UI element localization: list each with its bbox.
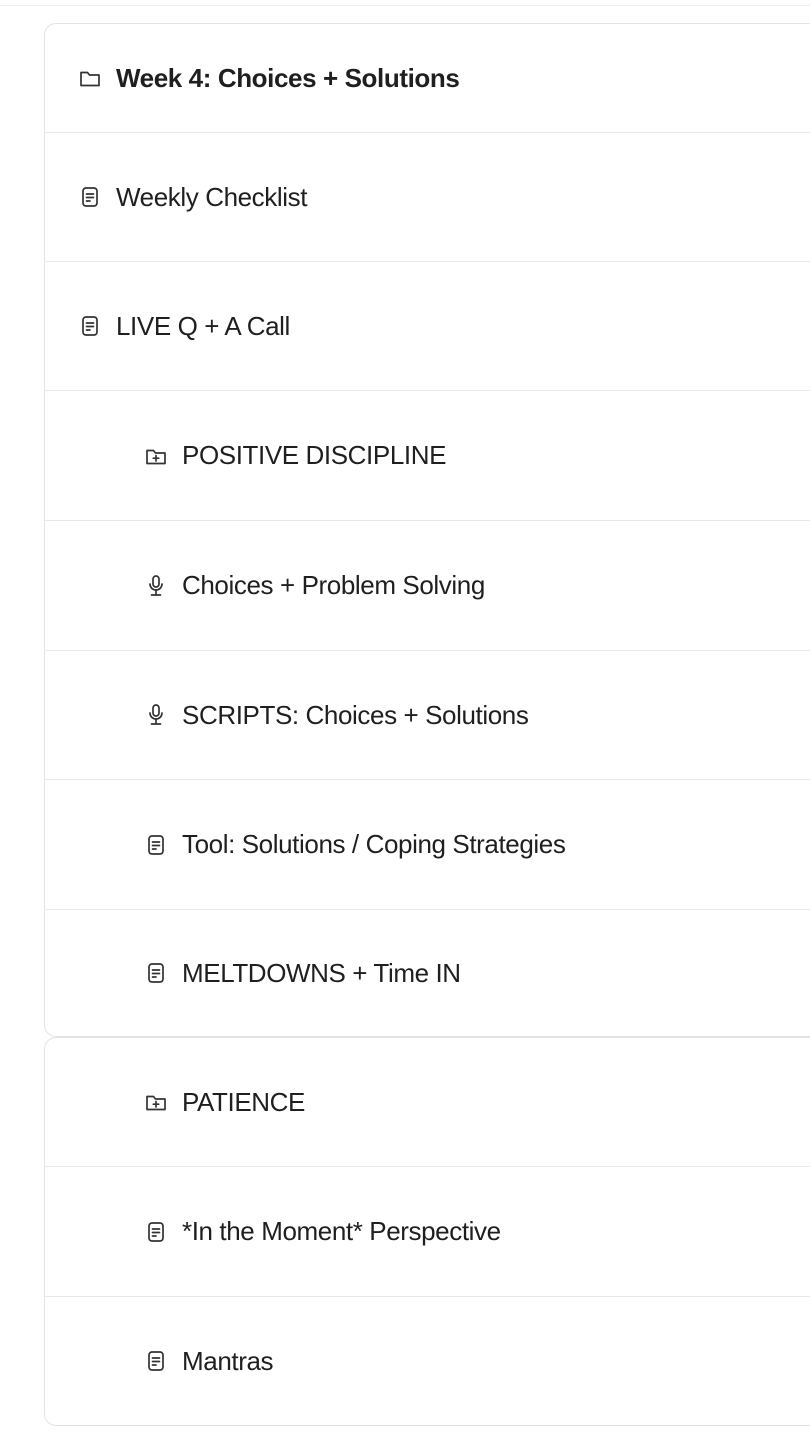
folder-plus-icon: [145, 445, 167, 467]
subfolder-item[interactable]: PATIENCE: [45, 1038, 810, 1167]
lesson-label: LIVE Q + A Call: [116, 310, 290, 341]
lesson-label: Choices + Problem Solving: [182, 570, 485, 600]
lesson-item[interactable]: MELTDOWNS + Time IN: [45, 910, 810, 1036]
lesson-item[interactable]: LIVE Q + A Call: [45, 262, 810, 391]
lesson-item[interactable]: *In the Moment* Perspective: [45, 1167, 810, 1297]
subfolder-panel: PATIENCE *In the Moment* Perspective Man…: [44, 1037, 810, 1426]
lesson-item[interactable]: Mantras: [45, 1297, 810, 1425]
module-title: Week 4: Choices + Solutions: [116, 62, 460, 93]
top-divider: [0, 5, 810, 6]
microphone-icon: [145, 704, 167, 726]
document-icon: [145, 834, 167, 856]
document-icon: [79, 315, 101, 337]
document-icon: [145, 1221, 167, 1243]
module-header[interactable]: Week 4: Choices + Solutions: [45, 24, 810, 133]
lesson-label: SCRIPTS: Choices + Solutions: [182, 699, 529, 730]
lesson-label: PATIENCE: [182, 1086, 305, 1117]
folder-icon: [79, 67, 101, 89]
lesson-item[interactable]: Tool: Solutions / Coping Strategies: [45, 780, 810, 910]
lesson-item[interactable]: SCRIPTS: Choices + Solutions: [45, 651, 810, 780]
lesson-label: POSITIVE DISCIPLINE: [182, 440, 447, 470]
document-icon: [79, 186, 101, 208]
document-icon: [145, 962, 167, 984]
module-panel: Week 4: Choices + Solutions Weekly Check…: [44, 23, 810, 1037]
document-icon: [145, 1350, 167, 1372]
microphone-icon: [145, 574, 167, 597]
lesson-label: *In the Moment* Perspective: [182, 1216, 501, 1246]
lesson-label: Mantras: [182, 1345, 274, 1376]
lesson-item[interactable]: Weekly Checklist: [45, 133, 810, 262]
lesson-item[interactable]: Choices + Problem Solving: [45, 521, 810, 651]
folder-plus-icon: [145, 1091, 167, 1113]
lesson-label: Weekly Checklist: [116, 181, 308, 212]
subfolder-item[interactable]: POSITIVE DISCIPLINE: [45, 391, 810, 521]
lesson-label: MELTDOWNS + Time IN: [182, 957, 461, 988]
lesson-label: Tool: Solutions / Coping Strategies: [182, 829, 566, 859]
